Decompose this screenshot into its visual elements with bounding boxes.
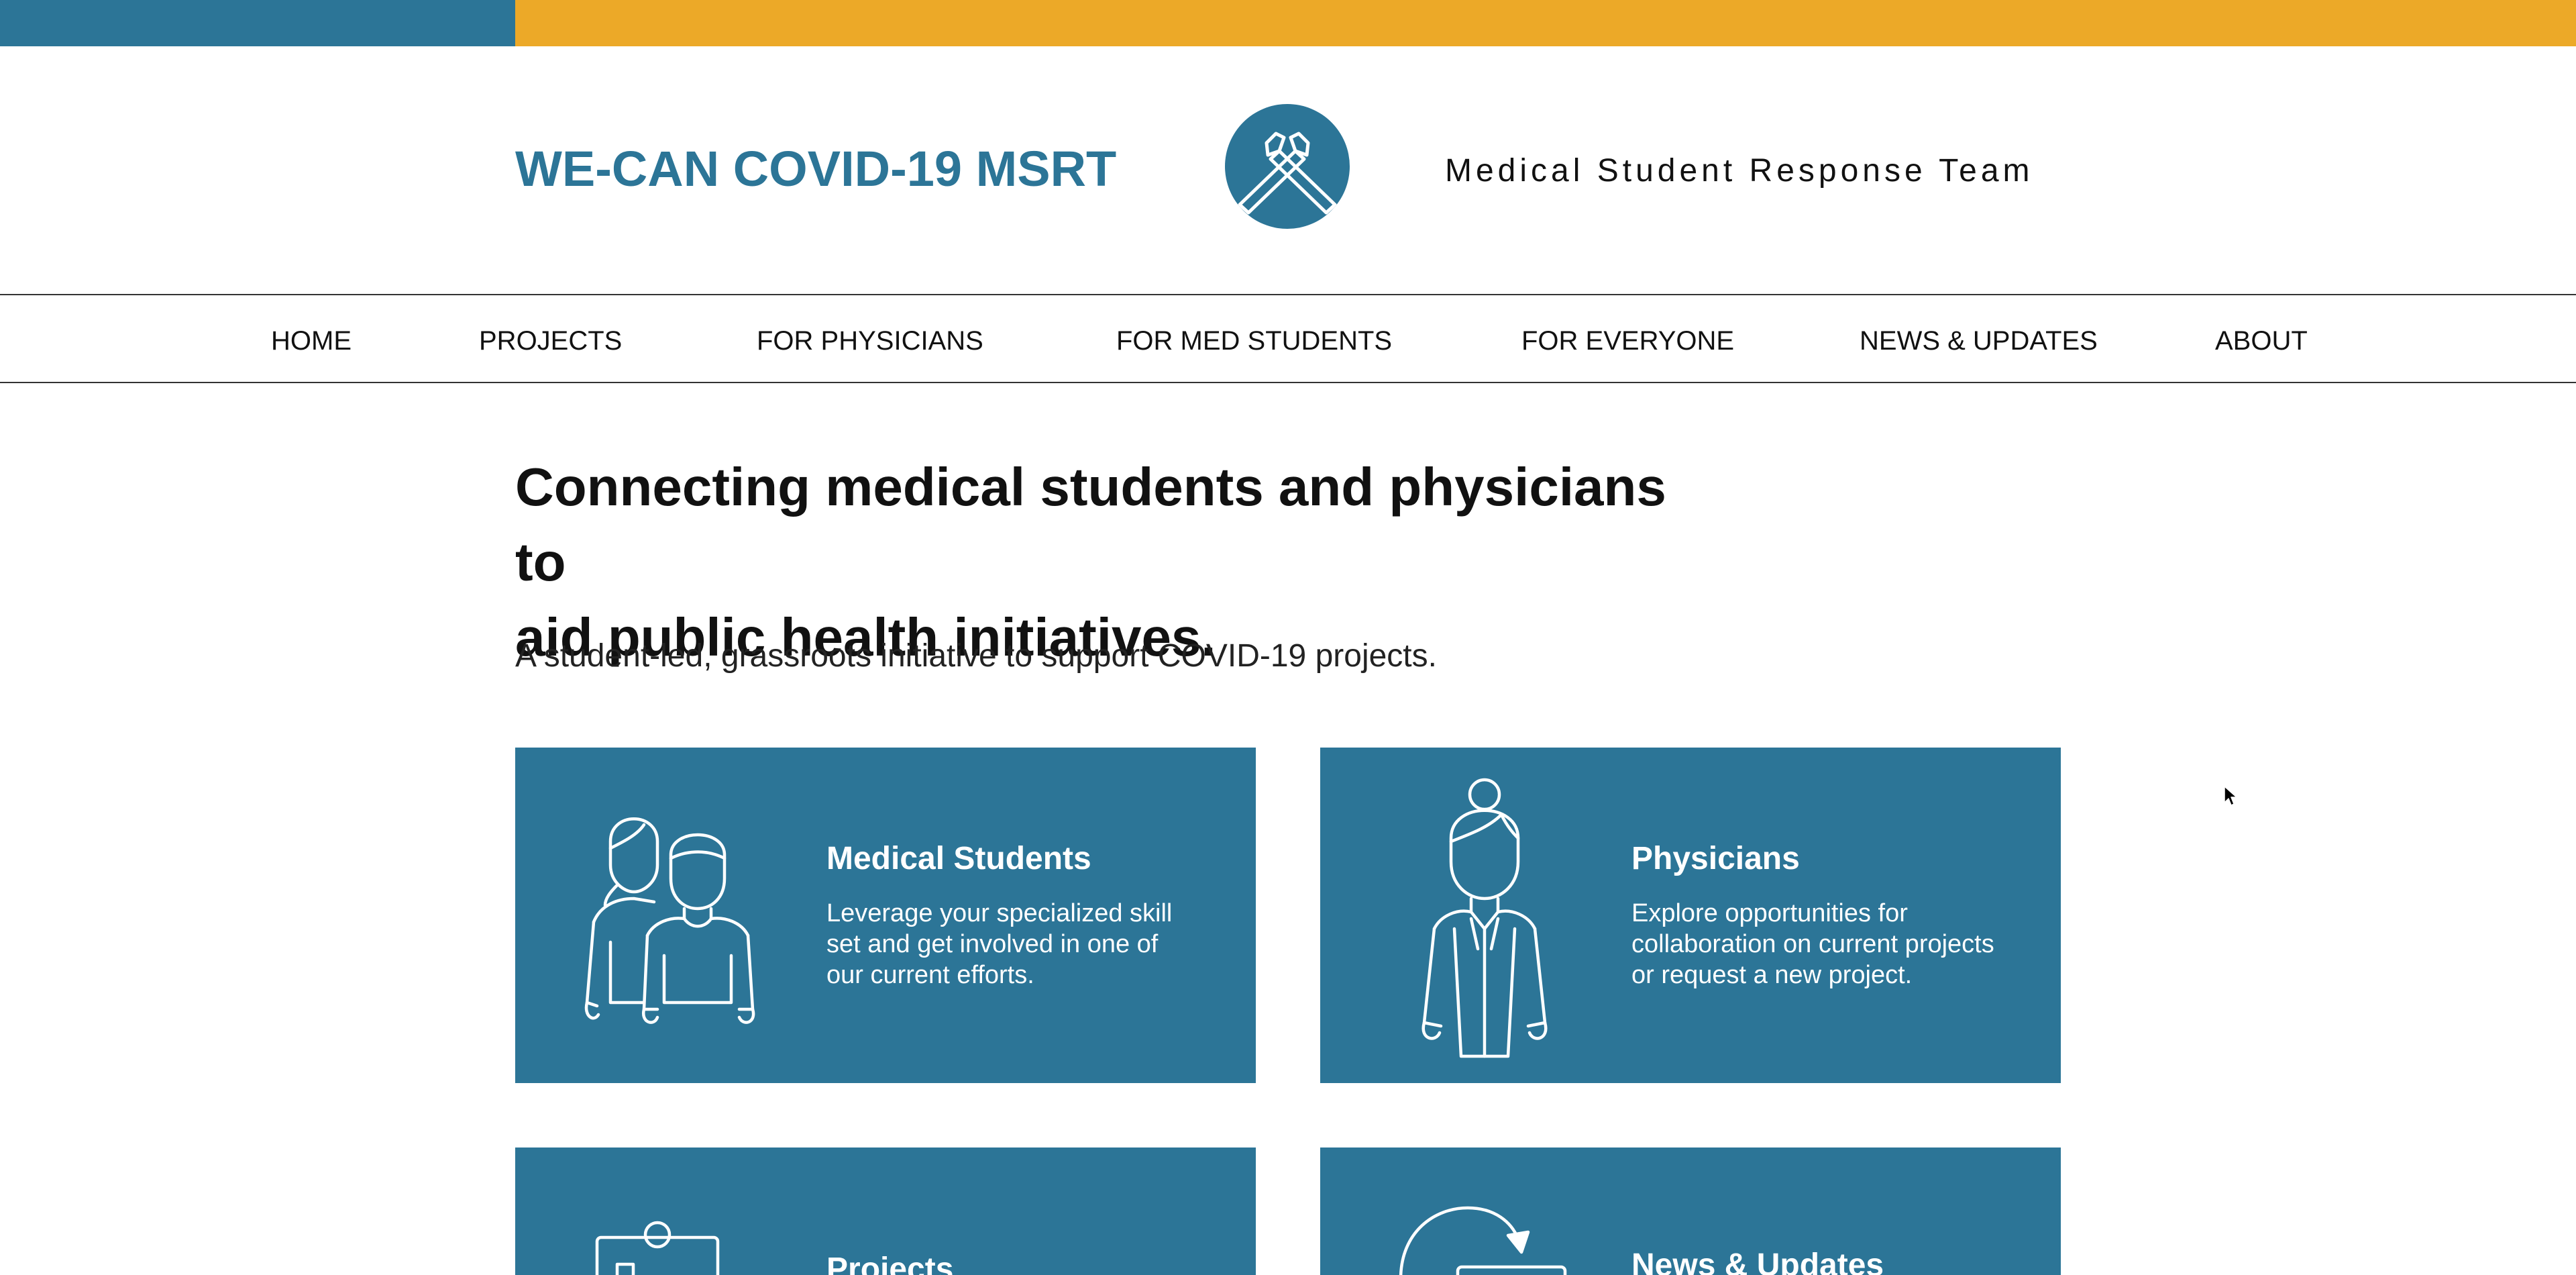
card-projects[interactable]: Projects <box>515 1148 1256 1275</box>
card-description-line: collaboration on current projects <box>1631 930 1994 958</box>
card-description-line: our current efforts. <box>826 961 1034 989</box>
crossed-arms-icon[interactable] <box>1225 104 1350 229</box>
accent-gold <box>515 0 2576 46</box>
card-description-line: Leverage your specialized skill <box>826 899 1173 927</box>
card-title: Projects <box>826 1252 954 1275</box>
site-header: WE-CAN COVID-19 MSRT Medical Student Res… <box>0 46 2576 295</box>
card-title: Physicians <box>1631 841 1800 876</box>
site-title[interactable]: WE-CAN COVID-19 MSRT <box>515 140 1116 197</box>
card-title: News & Updates <box>1631 1247 1884 1275</box>
card-description-line: set and get involved in one of <box>826 930 1159 958</box>
mouse-cursor-icon <box>2223 785 2238 811</box>
accent-blue <box>0 0 515 46</box>
nav-item-about[interactable]: ABOUT <box>2215 326 2308 356</box>
card-medical-students[interactable]: Medical Students Leverage your specializ… <box>515 748 1256 1083</box>
nav-item-home[interactable]: HOME <box>271 326 352 356</box>
nav-item-for-everyone[interactable]: FOR EVERYONE <box>1521 326 1734 356</box>
card-physicians[interactable]: Physicians Explore opportunities for col… <box>1320 748 2061 1083</box>
nav-item-for-physicians[interactable]: FOR PHYSICIANS <box>757 326 983 356</box>
headline-line-1: Connecting medical students and physicia… <box>515 457 1666 592</box>
card-description-line: Explore opportunities for <box>1631 899 1908 927</box>
top-accent-bar <box>0 0 2576 46</box>
page-subheading: A student-led, grassroots initiative to … <box>515 638 1437 674</box>
card-description-line: or request a new project. <box>1631 961 1913 989</box>
physician-icon <box>1394 774 1575 1073</box>
refresh-icon <box>1394 1205 1582 1275</box>
card-news-updates[interactable]: News & Updates <box>1320 1148 2061 1275</box>
main-nav: HOME PROJECTS FOR PHYSICIANS FOR MED STU… <box>0 294 2576 383</box>
clipboard-icon <box>590 1217 724 1275</box>
students-icon <box>570 801 785 1033</box>
site-tagline: Medical Student Response Team <box>1445 153 2034 189</box>
nav-item-projects[interactable]: PROJECTS <box>479 326 622 356</box>
card-title: Medical Students <box>826 841 1091 876</box>
nav-item-news-updates[interactable]: NEWS & UPDATES <box>1860 326 2098 356</box>
card-description: Leverage your specialized skill set and … <box>826 898 1202 990</box>
nav-item-for-med-students[interactable]: FOR MED STUDENTS <box>1116 326 1392 356</box>
card-description: Explore opportunities for collaboration … <box>1631 898 2007 990</box>
